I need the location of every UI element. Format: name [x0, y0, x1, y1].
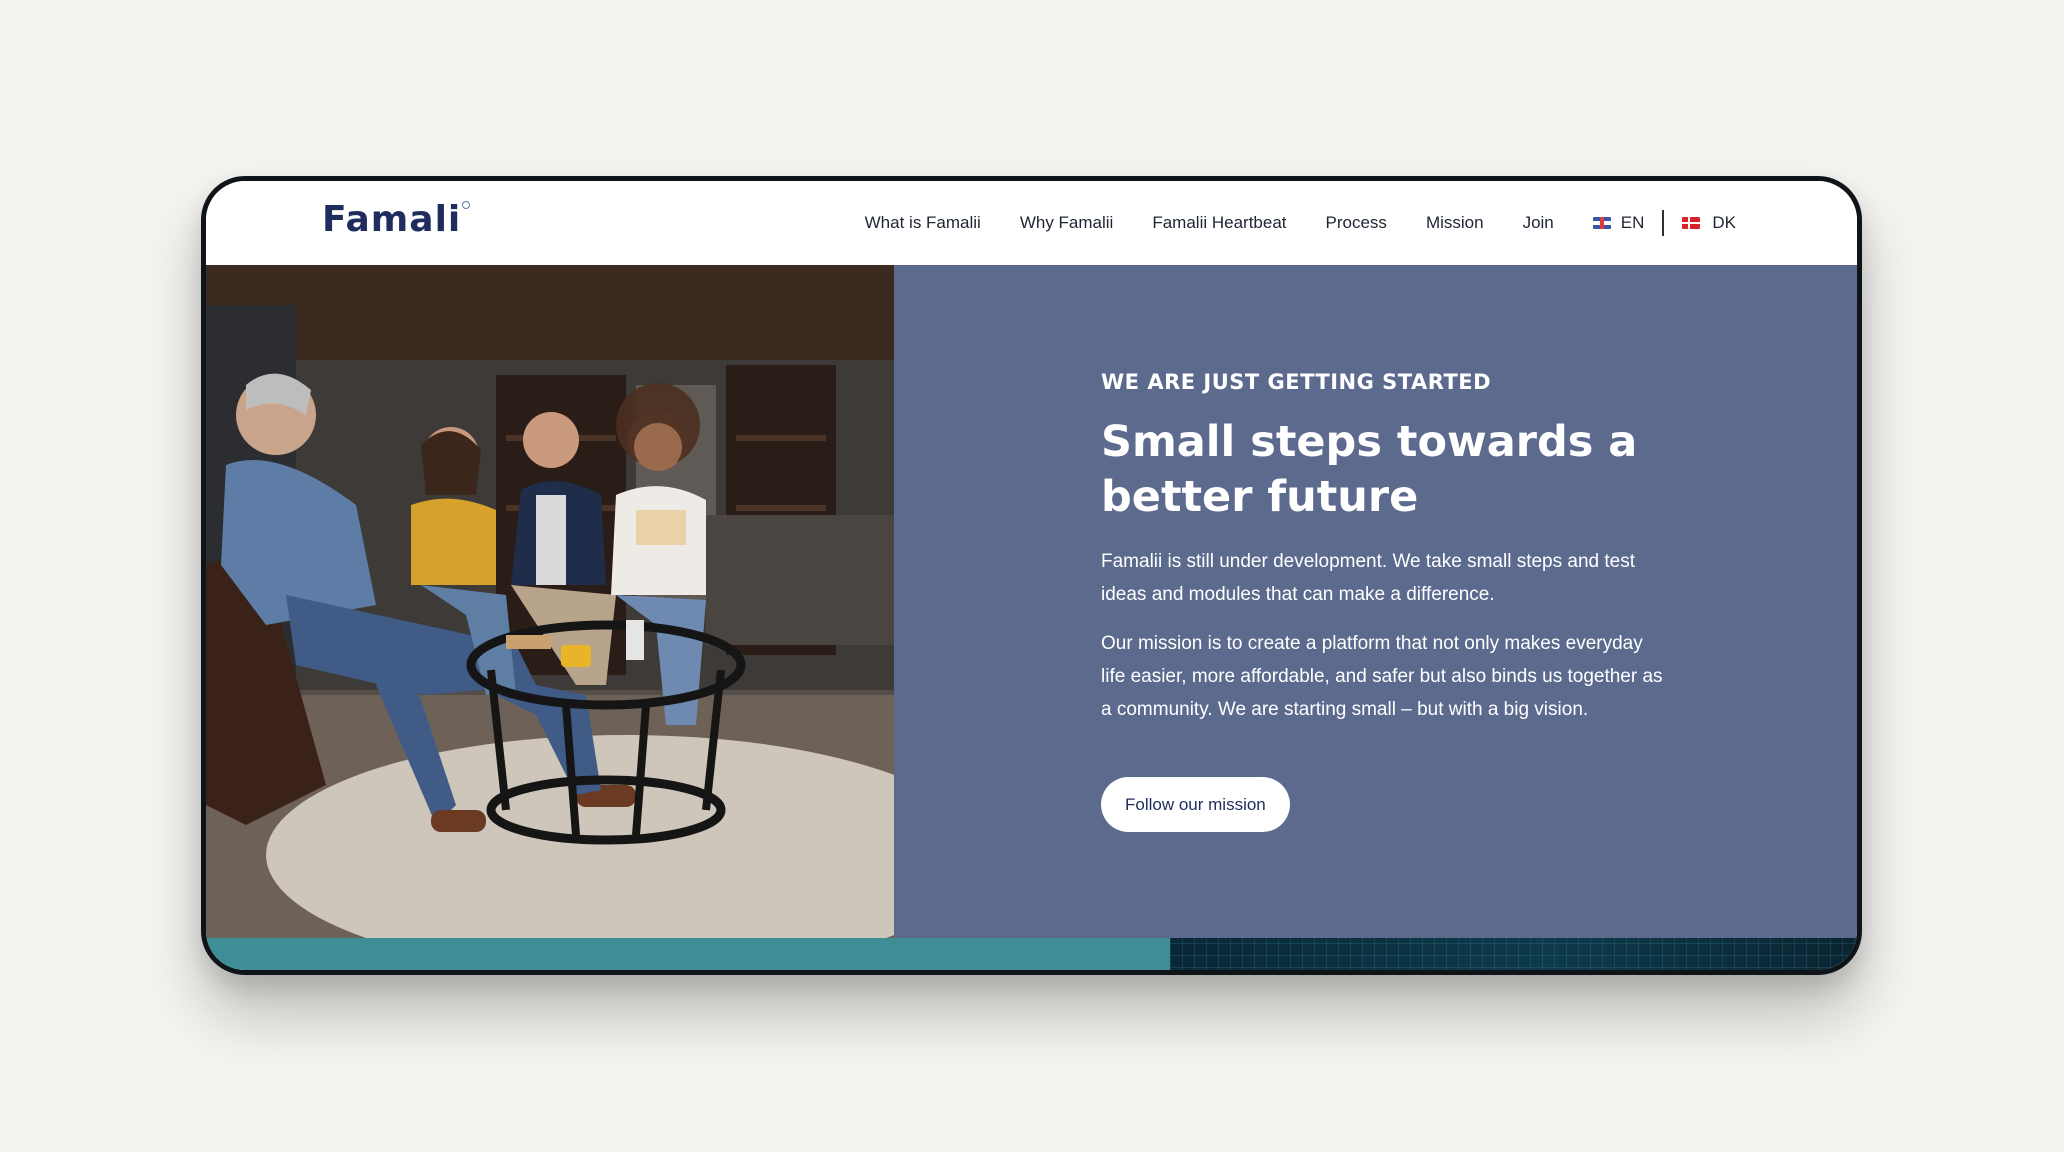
nav-what-is-famalii[interactable]: What is Famalii — [865, 213, 981, 233]
dark-grid-band — [1170, 938, 1857, 970]
lang-dk-link[interactable]: DK — [1712, 213, 1736, 233]
registered-mark-icon — [462, 201, 471, 209]
uk-flag-icon — [1592, 217, 1611, 229]
language-switcher: EN DK — [1592, 210, 1736, 236]
teal-band — [206, 938, 1170, 970]
next-section-preview — [206, 938, 1857, 970]
follow-mission-button[interactable]: Follow our mission — [1101, 777, 1290, 832]
nav-famalii-heartbeat[interactable]: Famalii Heartbeat — [1152, 213, 1286, 233]
nav-process[interactable]: Process — [1326, 213, 1387, 233]
nav-join[interactable]: Join — [1523, 213, 1554, 233]
hero-paragraph-2: Our mission is to create a platform that… — [1101, 633, 1663, 720]
main-nav: What is Famalii Why Famalii Famalii Hear… — [865, 181, 1736, 265]
nav-why-famalii[interactable]: Why Famalii — [1020, 213, 1114, 233]
lang-en-link[interactable]: EN — [1621, 213, 1645, 233]
nav-mission[interactable]: Mission — [1426, 213, 1484, 233]
famalii-logo[interactable]: Famali — [322, 199, 471, 240]
photo-illustration — [206, 265, 894, 938]
logo-text: Famali — [322, 199, 462, 240]
browser-frame: Famali What is Famalii Why Famalii Famal… — [201, 176, 1862, 975]
hero-content-panel: WE ARE JUST GETTING STARTED Small steps … — [894, 265, 1857, 938]
lang-divider — [1662, 210, 1665, 236]
hero-headline: Small steps towards a better future — [1101, 417, 1638, 522]
hero-photo-group-discussion — [206, 265, 894, 938]
hero-eyebrow: WE ARE JUST GETTING STARTED — [1101, 370, 1492, 394]
hero-paragraph-1: Famalii is still under development. We t… — [1101, 551, 1635, 605]
denmark-flag-icon — [1682, 217, 1701, 229]
top-navbar: Famali What is Famalii Why Famalii Famal… — [206, 181, 1857, 265]
